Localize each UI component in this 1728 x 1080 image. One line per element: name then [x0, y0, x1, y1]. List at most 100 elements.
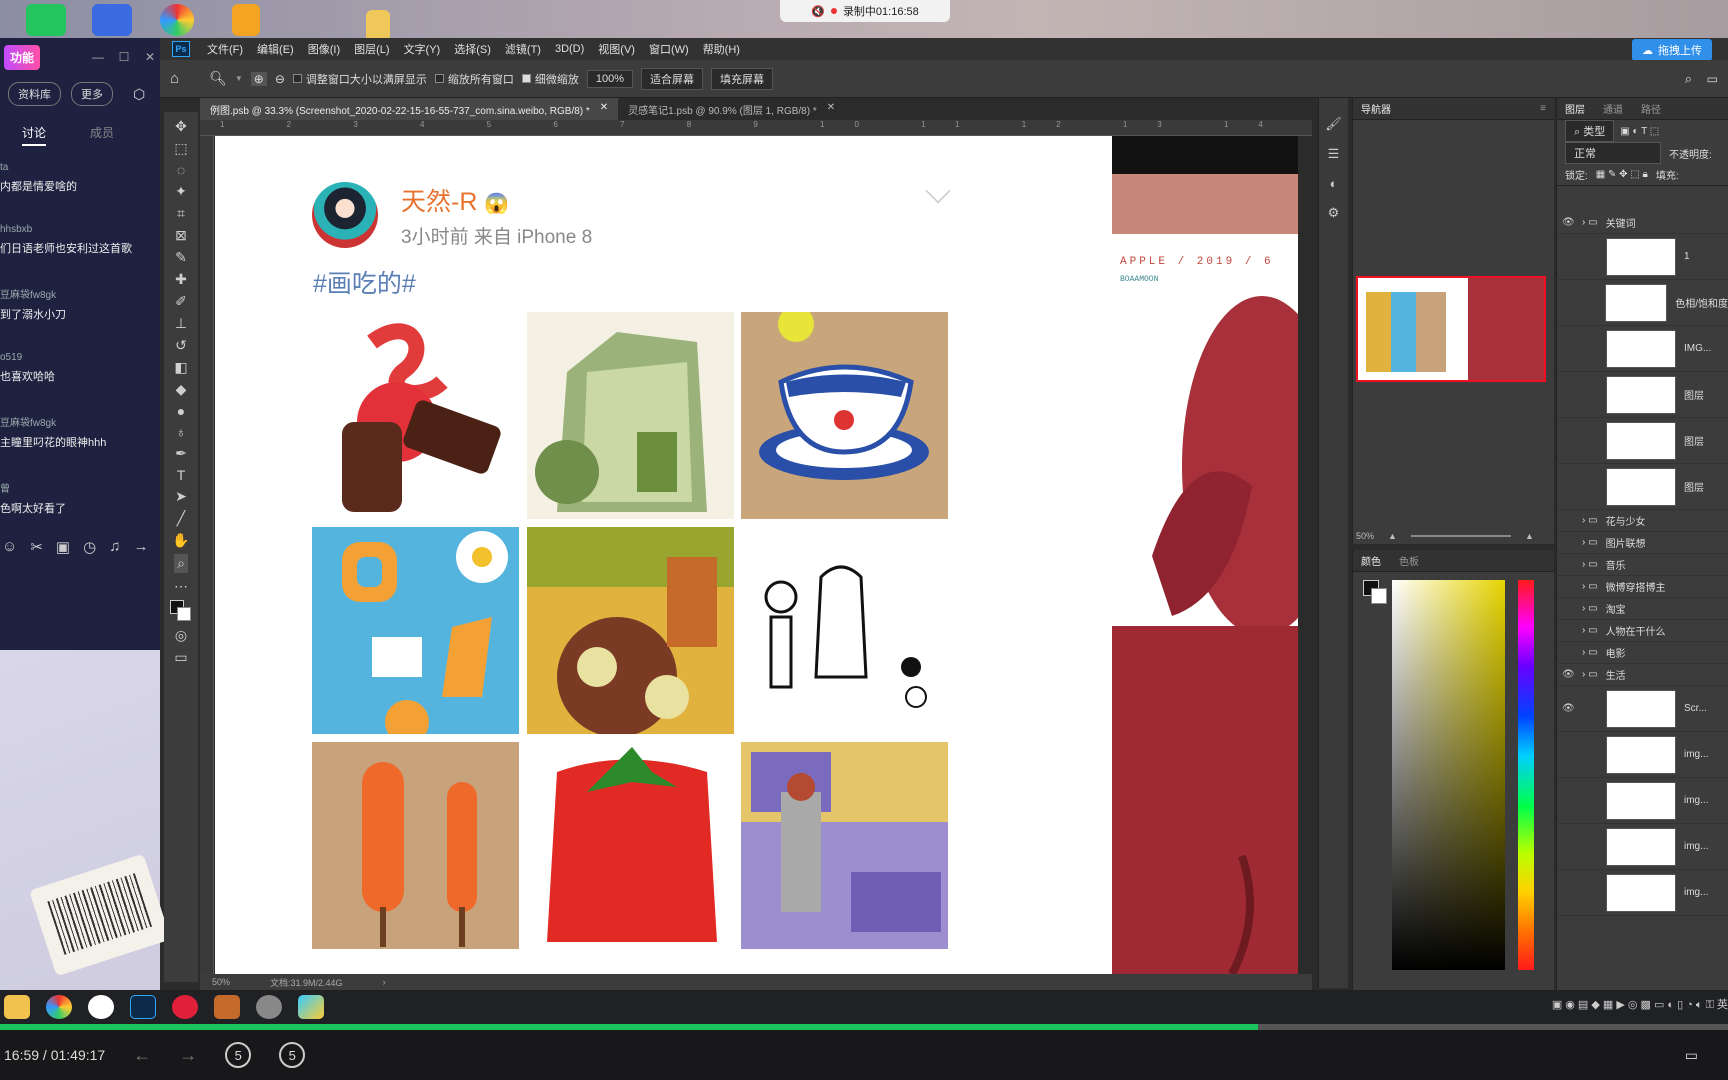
layer-group[interactable]: › ▭ 电影	[1556, 642, 1728, 664]
quick-mask-icon[interactable]: ◎	[175, 627, 187, 644]
folder-icon[interactable]: › ▭	[1582, 515, 1598, 526]
layer-name[interactable]: 图层	[1684, 479, 1704, 494]
layer-thumbnail[interactable]	[1606, 467, 1676, 506]
wps-icon[interactable]	[92, 4, 132, 36]
zoom-slider[interactable]	[1410, 535, 1511, 537]
visibility-eye-icon[interactable]: 👁︎	[1562, 217, 1575, 228]
folder-icon[interactable]: › ▭	[1582, 625, 1598, 636]
post-image-cafe[interactable]	[741, 742, 948, 949]
color-field[interactable]	[1392, 580, 1505, 970]
layer-thumbnail[interactable]	[1606, 375, 1676, 414]
minimize-icon[interactable]: —	[88, 50, 108, 64]
tray-icons[interactable]: ▣ ◉ ▤ ◆ ▦ ▶ ◎ ▩ ▭ ◐ ▯ ◔ 🔈︎ ⚿ 英	[1552, 996, 1728, 1012]
tab-paths[interactable]: 路径	[1641, 101, 1661, 116]
layer-group[interactable]: 👁︎ › ▭ 生活	[1556, 664, 1728, 686]
zoom-in-icon[interactable]: ▲	[1525, 531, 1534, 541]
chevron-down-icon[interactable]	[925, 178, 951, 204]
layer-group[interactable]: › ▭ 音乐	[1556, 554, 1728, 576]
fill-screen-button[interactable]: 填充屏幕	[711, 67, 774, 90]
layer-kind-filter[interactable]: ⌕ 类型	[1565, 120, 1615, 142]
layer-name[interactable]: 生活	[1606, 667, 1626, 682]
iqiyi-icon[interactable]	[26, 4, 66, 36]
layer-thumbnail[interactable]	[1606, 781, 1676, 820]
resize-windows-option[interactable]: 调整窗口大小以满屏显示	[292, 71, 427, 87]
more-button[interactable]: 更多	[71, 82, 113, 106]
checkbox[interactable]	[292, 74, 302, 83]
layer-name[interactable]: 花与少女	[1606, 513, 1646, 528]
folder-icon[interactable]: › ▭	[1582, 559, 1598, 570]
crop-tool-icon[interactable]: ⌗	[177, 205, 185, 222]
hue-slider[interactable]	[1518, 580, 1534, 970]
checkbox-checked[interactable]	[521, 74, 531, 83]
prev-icon[interactable]: ←	[133, 1045, 151, 1066]
close-icon[interactable]: ✕	[827, 102, 835, 116]
bucket-tool-icon[interactable]: ◆	[176, 381, 187, 398]
bell-icon[interactable]: ♫	[109, 538, 120, 556]
zoom-out-icon[interactable]: ▲	[1388, 531, 1397, 541]
status-doc-size[interactable]: 文档:31.9M/2.44G	[270, 976, 343, 989]
close-icon[interactable]: ✕	[140, 50, 160, 64]
post-image-breakfast[interactable]	[312, 527, 519, 744]
rewind-button[interactable]: 5	[225, 1042, 252, 1068]
move-tool-icon[interactable]: ✥	[175, 118, 187, 135]
stamp-tool-icon[interactable]: ⊥	[175, 315, 187, 332]
folder-icon[interactable]: › ▭	[1582, 537, 1598, 548]
eraser-icon[interactable]: ◧	[174, 359, 187, 376]
layer-name[interactable]: IMG...	[1684, 343, 1711, 354]
tab-swatches[interactable]: 色板	[1399, 553, 1419, 568]
layer-group[interactable]: 👁︎ › ▭ 关键词	[1556, 212, 1728, 234]
layer-group[interactable]: › ▭ 人物在干什么	[1556, 620, 1728, 642]
layer-name[interactable]: 色相/饱和度	[1675, 295, 1728, 310]
photoshop-icon[interactable]	[130, 995, 156, 1019]
navigator-thumbnail[interactable]	[1356, 276, 1546, 382]
layer-name[interactable]: 图层	[1684, 387, 1704, 402]
post-image-sketch[interactable]	[741, 527, 948, 734]
app-icon[interactable]	[214, 995, 240, 1019]
path-select-icon[interactable]: ➤	[175, 488, 187, 505]
post-image-icecream[interactable]	[312, 312, 519, 519]
checkbox[interactable]	[434, 74, 444, 83]
more-tools-icon[interactable]: ⋯	[174, 578, 188, 595]
tab-channels[interactable]: 通道	[1603, 101, 1623, 116]
magic-wand-icon[interactable]: ✦	[175, 183, 187, 200]
history-brush-icon[interactable]: ↺	[175, 337, 187, 354]
layer-name[interactable]: 1	[1684, 251, 1690, 262]
folder-icon[interactable]: › ▭	[1582, 647, 1598, 658]
tab-navigator[interactable]: 导航器	[1361, 101, 1391, 116]
settings-icon[interactable]: ⬡	[133, 86, 145, 103]
layer-name[interactable]: Scr...	[1684, 703, 1707, 714]
layer-row[interactable]: 图层	[1556, 418, 1728, 464]
screen-mode-icon[interactable]: ▭	[174, 649, 187, 666]
layer-name[interactable]: 关键词	[1606, 215, 1636, 230]
layer-row[interactable]: img...	[1556, 732, 1728, 778]
layer-row[interactable]: img...	[1556, 778, 1728, 824]
post-image-kitchen[interactable]	[527, 527, 734, 737]
search-icon[interactable]: ⌕	[1685, 71, 1692, 87]
scrubby-zoom-option[interactable]: 细微缩放	[521, 71, 579, 87]
layer-row[interactable]: 色相/饱和度	[1556, 280, 1728, 326]
menu-filter[interactable]: 滤镜(T)	[498, 41, 548, 57]
post-username[interactable]: 天然-R 😱	[401, 182, 509, 218]
layer-name[interactable]: 淘宝	[1606, 601, 1626, 616]
post-hashtag[interactable]: #画吃的#	[313, 264, 416, 300]
menu-type[interactable]: 文字(Y)	[397, 41, 448, 57]
forward-button[interactable]: 5	[279, 1042, 306, 1068]
image-icon[interactable]: ▣	[56, 538, 70, 556]
folder-icon[interactable]: › ▭	[1582, 669, 1598, 680]
menu-image[interactable]: 图像(I)	[301, 41, 347, 57]
explorer-icon[interactable]	[4, 995, 30, 1019]
panel-menu-icon[interactable]: ≡	[1540, 103, 1546, 114]
maximize-icon[interactable]: ☐	[114, 50, 134, 64]
app-icon[interactable]	[88, 995, 114, 1019]
layer-row[interactable]: 图层	[1556, 372, 1728, 418]
tab-discussion[interactable]: 讨论	[22, 124, 47, 146]
layer-thumbnail[interactable]	[1606, 827, 1676, 866]
layer-group[interactable]: › ▭ 微博穿搭博主	[1556, 576, 1728, 598]
color-circle-icon[interactable]: ◐	[1330, 176, 1338, 191]
zoom-value-field[interactable]: 100%	[586, 69, 634, 88]
marquee-tool-icon[interactable]: ⬚	[174, 140, 187, 157]
frame-tool-icon[interactable]: ⊠	[175, 227, 187, 244]
status-zoom[interactable]: 50%	[212, 977, 230, 987]
layer-group[interactable]: › ▭ 淘宝	[1556, 598, 1728, 620]
brush-tool-icon[interactable]: ✐	[175, 293, 187, 310]
